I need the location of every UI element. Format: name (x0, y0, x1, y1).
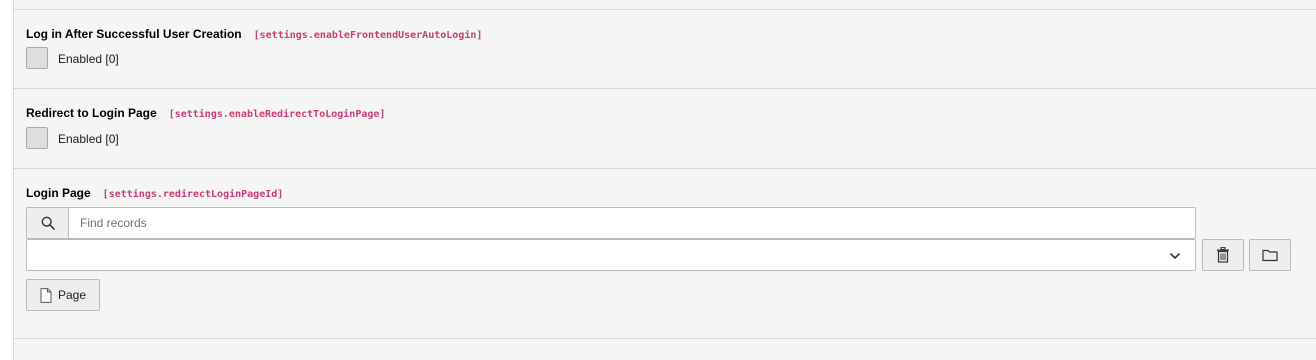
field-code: [settings.redirectLoginPageId] (102, 189, 284, 200)
field-heading-auto-login: Log in After Successful User Creation [se… (26, 27, 482, 41)
search-icon-addon (27, 208, 69, 238)
chevron-down-icon (1170, 253, 1180, 259)
redirect-login-checkbox-label: Enabled [0] (58, 132, 119, 146)
section-divider (14, 88, 1316, 89)
field-title: Login Page (26, 186, 91, 200)
field-code: [settings.enableFrontendUserAutoLogin] (253, 30, 483, 41)
field-title: Log in After Successful User Creation (26, 27, 242, 41)
section-divider (14, 168, 1316, 169)
page-button-label: Page (57, 288, 87, 302)
field-title: Redirect to Login Page (26, 106, 157, 120)
auto-login-checkbox-label: Enabled [0] (58, 52, 119, 66)
section-divider (14, 338, 1316, 339)
document-icon (40, 287, 52, 303)
record-search-group (26, 207, 1196, 239)
find-records-input[interactable] (69, 208, 1195, 238)
browse-records-button[interactable] (1249, 239, 1291, 271)
search-icon (41, 216, 55, 230)
settings-panel: Log in After Successful User Creation [se… (13, 0, 1316, 360)
field-code: [settings.enableRedirectToLoginPage] (168, 109, 386, 120)
section-divider (14, 9, 1316, 10)
login-page-select[interactable] (26, 239, 1196, 271)
trash-icon (1217, 247, 1229, 263)
delete-record-button[interactable] (1202, 239, 1244, 271)
field-heading-redirect-login: Redirect to Login Page [settings.enableRe… (26, 106, 385, 120)
folder-icon (1262, 249, 1278, 262)
redirect-login-checkbox[interactable] (26, 127, 48, 149)
auto-login-checkbox[interactable] (26, 47, 48, 69)
add-page-button[interactable]: Page (26, 279, 100, 311)
field-heading-login-page: Login Page [settings.redirectLoginPageId] (26, 186, 283, 200)
